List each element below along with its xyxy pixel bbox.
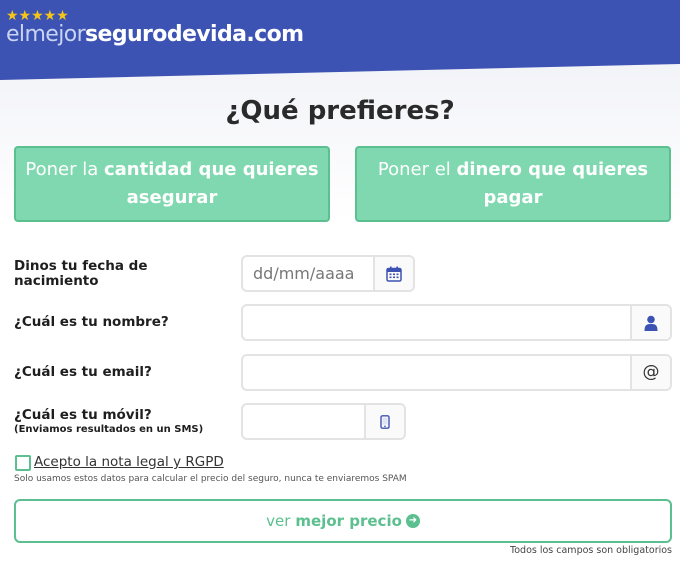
email-label: ¿Cuál es tu email? xyxy=(14,364,152,380)
email-field: @ xyxy=(241,354,672,391)
user-icon xyxy=(630,306,670,339)
email-input[interactable] xyxy=(243,356,630,389)
name-label: ¿Cuál es tu nombre? xyxy=(14,314,169,330)
mobile-label: ¿Cuál es tu móvil? (Enviamos resultados … xyxy=(14,408,203,436)
name-field xyxy=(241,304,672,341)
arrow-circle-right-icon: ➜ xyxy=(405,514,420,528)
birthdate-field xyxy=(241,255,415,292)
consent-checkbox[interactable] xyxy=(15,455,31,471)
mobile-sublabel: (Enviamos resultados en un SMS) xyxy=(14,424,204,435)
option-text-light: Poner el xyxy=(377,159,457,180)
logo-text-part1: elmejor xyxy=(6,22,86,47)
consent-label-link[interactable]: Acepto la nota legal y RGPD xyxy=(34,454,224,470)
option-text-light: Poner la xyxy=(25,159,104,180)
mobile-input[interactable] xyxy=(243,405,364,438)
option-amount-insured-button[interactable]: Poner la cantidad que quieres asegurar xyxy=(14,146,330,222)
option-text-strong: dinero que quieres pagar xyxy=(456,159,649,208)
mobile-field xyxy=(241,403,406,440)
submit-text-light: ver xyxy=(266,512,291,530)
best-price-submit-button[interactable]: ver mejor precio ➜ xyxy=(14,499,672,543)
required-fields-note: Todos los campos son obligatorios xyxy=(510,545,672,556)
page-title: ¿Qué prefieres? xyxy=(225,96,455,126)
logo-text-part2: segurodevida.com xyxy=(85,22,304,47)
privacy-disclaimer: Solo usamos estos datos para calcular el… xyxy=(14,474,407,484)
option-amount-pay-button[interactable]: Poner el dinero que quieres pagar xyxy=(355,146,671,222)
mobile-label-text: ¿Cuál es tu móvil? xyxy=(14,407,152,423)
site-logo[interactable]: elmejorsegurodevida.com xyxy=(6,20,304,50)
birthdate-label: Dinos tu fecha de nacimiento xyxy=(14,258,148,289)
birthdate-input[interactable] xyxy=(243,257,373,290)
option-text-strong: cantidad que quieres asegurar xyxy=(103,159,319,208)
calendar-icon[interactable] xyxy=(373,257,413,290)
mobile-icon xyxy=(364,405,404,438)
submit-text-strong: mejor precio xyxy=(295,512,402,530)
at-icon: @ xyxy=(630,356,670,389)
name-input[interactable] xyxy=(243,306,630,339)
